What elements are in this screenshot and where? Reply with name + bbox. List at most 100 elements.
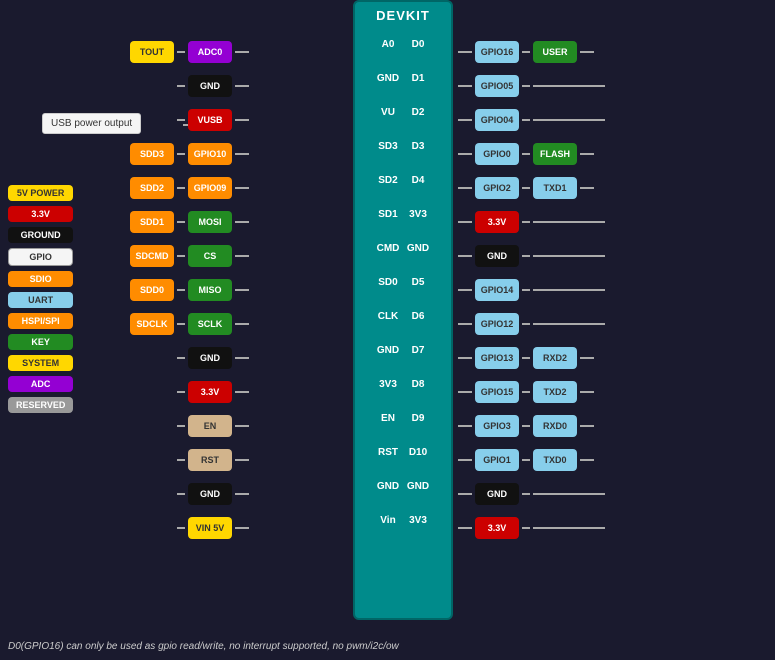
board-left-label-14: Vin bbox=[373, 515, 403, 526]
right-pin-row-14: 3.3V bbox=[458, 511, 605, 545]
right-outer-chip-4: TXD1 bbox=[533, 177, 577, 199]
board-row-6: CMDGND bbox=[367, 231, 439, 265]
board-right-label-0: D0 bbox=[403, 39, 433, 50]
legend-item-system: SYSTEM bbox=[8, 355, 73, 371]
board-right-label-5: 3V3 bbox=[403, 209, 433, 220]
right-line1-0 bbox=[458, 51, 472, 53]
right-pin-row-13: GND bbox=[458, 477, 605, 511]
legend-item-gpio: GPIO bbox=[8, 248, 73, 266]
board-row-8: CLKD6 bbox=[367, 299, 439, 333]
devkit-title: DEVKIT bbox=[376, 2, 430, 27]
left-line2-0 bbox=[235, 51, 249, 53]
right-line3-5 bbox=[533, 221, 605, 223]
right-line3-10 bbox=[580, 391, 594, 393]
board-row-1: GNDD1 bbox=[367, 61, 439, 95]
legend-item-3-3v: 3.3V bbox=[8, 206, 73, 222]
left-line1-6 bbox=[177, 255, 185, 257]
right-line2-14 bbox=[522, 527, 530, 529]
right-line1-5 bbox=[458, 221, 472, 223]
left-line2-2 bbox=[235, 119, 249, 121]
right-line3-9 bbox=[580, 357, 594, 359]
right-line1-3 bbox=[458, 153, 472, 155]
left-outer-chip-8: SDCLK bbox=[130, 313, 174, 335]
right-line2-2 bbox=[522, 119, 530, 121]
left-spacer-12 bbox=[130, 449, 174, 471]
board-left-label-9: GND bbox=[373, 345, 403, 356]
left-inner-chip-12: RST bbox=[188, 449, 232, 471]
right-inner-chip-7: GPIO14 bbox=[475, 279, 519, 301]
legend: 5V POWER3.3VGROUNDGPIOSDIOUARTHSPI/SPIKE… bbox=[8, 185, 73, 413]
left-line2-5 bbox=[235, 221, 249, 223]
board-right-label-7: D5 bbox=[403, 277, 433, 288]
left-spacer-9 bbox=[130, 347, 174, 369]
right-inner-chip-2: GPIO04 bbox=[475, 109, 519, 131]
left-pin-row-13: GND bbox=[130, 477, 249, 511]
right-line3-7 bbox=[533, 289, 605, 291]
left-inner-chip-8: SCLK bbox=[188, 313, 232, 335]
legend-item-5v-power: 5V POWER bbox=[8, 185, 73, 201]
left-line2-14 bbox=[235, 527, 249, 529]
right-line1-7 bbox=[458, 289, 472, 291]
left-inner-chip-6: CS bbox=[188, 245, 232, 267]
left-spacer-11 bbox=[130, 415, 174, 437]
left-pin-row-8: SDCLK SCLK bbox=[130, 307, 249, 341]
left-line1-13 bbox=[177, 493, 185, 495]
board-row-11: END9 bbox=[367, 401, 439, 435]
board-left-label-6: CMD bbox=[373, 243, 403, 254]
board-left-label-12: RST bbox=[373, 447, 403, 458]
right-line2-8 bbox=[522, 323, 530, 325]
right-inner-chip-0: GPIO16 bbox=[475, 41, 519, 63]
right-pin-row-9: GPIO13RXD2 bbox=[458, 341, 605, 375]
board-row-7: SD0D5 bbox=[367, 265, 439, 299]
left-pins-container: TOUTADC0GNDVUSBSDD3GPIO10SDD2GPIO09SDD1M… bbox=[130, 35, 249, 545]
left-line1-8 bbox=[177, 323, 185, 325]
legend-item-uart: UART bbox=[8, 292, 73, 308]
right-line1-12 bbox=[458, 459, 472, 461]
right-inner-chip-11: GPIO3 bbox=[475, 415, 519, 437]
left-spacer-10 bbox=[130, 381, 174, 403]
left-line2-7 bbox=[235, 289, 249, 291]
right-line3-4 bbox=[580, 187, 594, 189]
left-pin-row-12: RST bbox=[130, 443, 249, 477]
left-inner-chip-5: MOSI bbox=[188, 211, 232, 233]
left-spacer-1 bbox=[130, 75, 174, 97]
left-inner-chip-13: GND bbox=[188, 483, 232, 505]
right-pin-row-1: GPIO05 bbox=[458, 69, 605, 103]
left-pin-row-10: 3.3V bbox=[130, 375, 249, 409]
right-pin-row-6: GND bbox=[458, 239, 605, 273]
right-line3-2 bbox=[533, 119, 605, 121]
footer-text: D0(GPIO16) can only be used as gpio read… bbox=[8, 641, 399, 652]
board-left-label-11: EN bbox=[373, 413, 403, 424]
left-inner-chip-14: VIN 5V bbox=[188, 517, 232, 539]
right-line1-10 bbox=[458, 391, 472, 393]
right-line2-7 bbox=[522, 289, 530, 291]
left-line1-4 bbox=[177, 187, 185, 189]
right-line1-11 bbox=[458, 425, 472, 427]
right-inner-chip-3: GPIO0 bbox=[475, 143, 519, 165]
right-outer-chip-9: RXD2 bbox=[533, 347, 577, 369]
right-pin-row-11: GPIO3RXD0 bbox=[458, 409, 605, 443]
left-pin-row-2: VUSB bbox=[130, 103, 249, 137]
left-line2-1 bbox=[235, 85, 249, 87]
right-pin-row-4: GPIO2TXD1 bbox=[458, 171, 605, 205]
left-pin-row-14: VIN 5V bbox=[130, 511, 249, 545]
left-outer-chip-0: TOUT bbox=[130, 41, 174, 63]
left-line1-12 bbox=[177, 459, 185, 461]
left-outer-chip-5: SDD1 bbox=[130, 211, 174, 233]
left-line1-14 bbox=[177, 527, 185, 529]
left-outer-chip-6: SDCMD bbox=[130, 245, 174, 267]
right-pin-row-8: GPIO12 bbox=[458, 307, 605, 341]
right-pins-container: GPIO16USERGPIO05GPIO04GPIO0FLASHGPIO2TXD… bbox=[458, 35, 605, 545]
board-right-label-9: D7 bbox=[403, 345, 433, 356]
right-outer-chip-3: FLASH bbox=[533, 143, 577, 165]
right-line3-13 bbox=[533, 493, 605, 495]
left-line2-13 bbox=[235, 493, 249, 495]
board-right-label-1: D1 bbox=[403, 73, 433, 84]
right-line1-8 bbox=[458, 323, 472, 325]
left-outer-chip-7: SDD0 bbox=[130, 279, 174, 301]
right-line3-6 bbox=[533, 255, 605, 257]
board-right-label-2: D2 bbox=[403, 107, 433, 118]
right-inner-chip-12: GPIO1 bbox=[475, 449, 519, 471]
legend-item-hspi-spi: HSPI/SPI bbox=[8, 313, 73, 329]
board-right-label-13: GND bbox=[403, 481, 433, 492]
